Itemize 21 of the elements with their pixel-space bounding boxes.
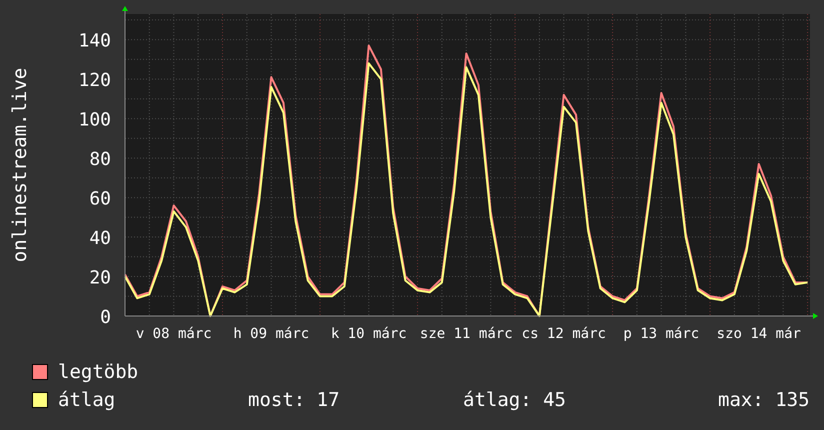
y-tick-label: 80 — [89, 149, 111, 170]
y-tick-label: 140 — [78, 30, 111, 52]
x-tick-label: h 09 márc — [233, 326, 310, 342]
legend-label: legtöbb — [58, 361, 140, 383]
legend-label: átlag — [58, 389, 116, 411]
y-tick-label: 100 — [78, 110, 111, 131]
legend-stat: átlag: 45 — [463, 389, 567, 411]
x-tick-label: p 13 márc — [623, 326, 700, 342]
x-tick-label: v 08 márc — [136, 326, 212, 342]
y-tick-label: 60 — [89, 188, 111, 210]
y-tick-label: 120 — [78, 70, 111, 92]
x-tick-label: k 10 márc — [330, 326, 407, 342]
y-tick-label: 0 — [100, 307, 111, 328]
legend-stat: max: 135 — [718, 389, 810, 411]
x-tick-label: sze 11 márc — [420, 326, 513, 342]
y-tick-label: 20 — [89, 268, 111, 289]
legend-stat: most: 17 — [248, 389, 341, 411]
x-tick-label: cs 12 márc — [522, 326, 606, 342]
y-tick-label: 40 — [89, 228, 111, 250]
x-tick-label: szo 14 már — [716, 326, 801, 342]
y-axis-label: onlinestream.live — [9, 68, 31, 262]
